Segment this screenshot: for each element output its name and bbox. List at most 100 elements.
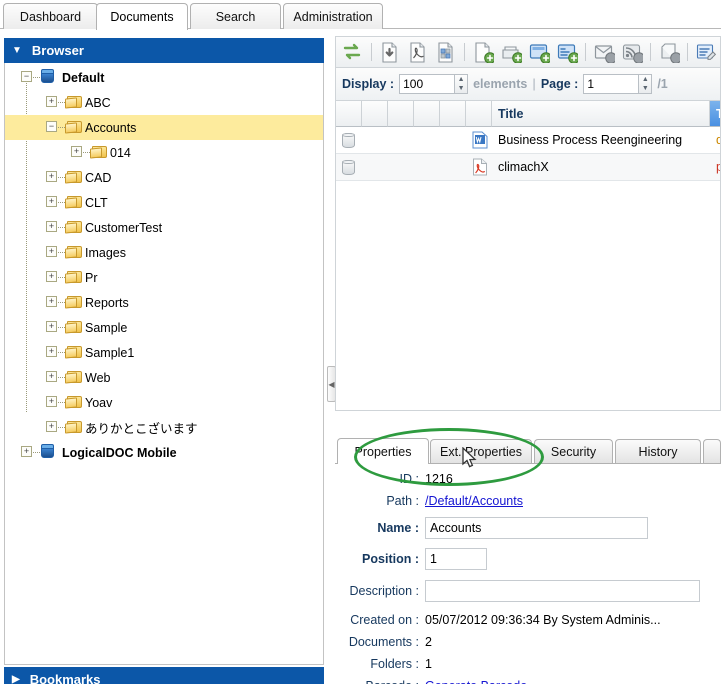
toolbar-button-refresh[interactable] <box>340 39 366 65</box>
tree-node-web[interactable]: + Web <box>5 365 323 390</box>
pagination-bar: Display : ▲▼ elements | Page : ▲▼ /1 <box>335 68 721 101</box>
folder-name-input[interactable] <box>425 517 648 539</box>
browser-section-header[interactable]: ▼ Browser <box>4 38 324 63</box>
tree-node-ありかとこざいます[interactable]: + ありかとこざいます <box>5 415 323 440</box>
generate-barcode-link[interactable]: Generate Barcode <box>425 679 527 684</box>
pdf-document-icon <box>473 158 487 176</box>
toolbar-button-add-form[interactable] <box>526 39 552 65</box>
tree-connector-line <box>58 177 65 178</box>
tree-expand-icon[interactable]: + <box>46 321 57 332</box>
tree-collapse-icon[interactable]: − <box>46 121 57 132</box>
tree-expand-icon[interactable]: + <box>46 421 57 432</box>
horizontal-splitter[interactable] <box>335 411 721 437</box>
tree-node-sample[interactable]: + Sample <box>5 315 323 340</box>
grid-header-col-title[interactable]: Title <box>492 101 710 127</box>
row-flag-cell <box>362 127 388 154</box>
toolbar-button-download[interactable] <box>377 39 403 65</box>
toolbar-button-export-pdf[interactable] <box>405 39 431 65</box>
tree-node-label: Pr <box>85 270 98 285</box>
toolbar-button-edit-list[interactable] <box>693 39 719 65</box>
documents-grid[interactable]: Title Type Business Process Reengineering… <box>335 101 721 411</box>
tree-expand-icon[interactable]: + <box>46 296 57 307</box>
tree-collapse-icon[interactable]: − <box>21 71 32 82</box>
toolbar-button-archive[interactable] <box>656 39 682 65</box>
tree-node-logicaldoc-mobile[interactable]: + LogicalDOC Mobile <box>5 440 323 465</box>
documents-toolbar <box>335 36 721 68</box>
tree-node-images[interactable]: + Images <box>5 240 323 265</box>
tree-node-accounts[interactable]: − Accounts <box>5 115 323 140</box>
tree-node-014[interactable]: +014 <box>5 140 323 165</box>
tree-node-pr[interactable]: + Pr <box>5 265 323 290</box>
main-tab-search[interactable]: Search <box>190 3 281 29</box>
tree-node-sample1[interactable]: + Sample1 <box>5 340 323 365</box>
row-type-cell: doc <box>710 127 720 154</box>
folder-position-input[interactable] <box>425 548 487 570</box>
tree-connector-line <box>58 202 65 203</box>
properties-tab-more[interactable] <box>703 439 721 464</box>
tree-expand-icon[interactable]: + <box>46 346 57 357</box>
tree-node-yoav[interactable]: + Yoav <box>5 390 323 415</box>
barcode-label: Barcode : <box>335 679 425 684</box>
toolbar-button-bulk-update[interactable] <box>433 39 459 65</box>
main-tab-administration[interactable]: Administration <box>283 3 383 29</box>
tree-expand-icon[interactable]: + <box>46 246 57 257</box>
tree-node-clt[interactable]: + CLT <box>5 190 323 215</box>
archive-icon <box>661 43 680 63</box>
properties-tab-history[interactable]: History <box>615 439 701 464</box>
display-stepper-arrows[interactable]: ▲ ▼ <box>455 74 469 94</box>
properties-tab-security[interactable]: Security <box>534 439 613 464</box>
tree-node-cad[interactable]: + CAD <box>5 165 323 190</box>
tree-expand-icon[interactable]: + <box>46 271 57 282</box>
table-row[interactable]: Business Process Reengineering doc <box>336 127 720 154</box>
page-stepper[interactable]: ▲▼ <box>583 74 653 94</box>
tree-expand-icon[interactable]: + <box>46 371 57 382</box>
tree-node-default[interactable]: − Default <box>5 65 323 90</box>
tree-expand-icon[interactable]: + <box>46 96 57 107</box>
property-row-position: Position : <box>335 548 721 570</box>
display-stepper[interactable]: ▲▼ <box>399 74 469 94</box>
tree-node-abc[interactable]: + ABC <box>5 90 323 115</box>
description-label: Description : <box>349 584 419 598</box>
toolbar-button-send-email[interactable] <box>591 39 617 65</box>
tree-connector-line <box>58 252 65 253</box>
folder-tree[interactable]: − Default + ABC − Accounts +014 + CAD + CLT + Custom… <box>4 63 324 665</box>
tree-node-customertest[interactable]: + CustomerTest <box>5 215 323 240</box>
page-number-input[interactable] <box>583 74 640 94</box>
tree-node-reports[interactable]: + Reports <box>5 290 323 315</box>
tree-expand-icon[interactable]: + <box>46 196 57 207</box>
main-tab-dashboard[interactable]: Dashboard <box>3 3 98 29</box>
tree-node-label: Sample <box>85 320 128 335</box>
display-label: Display : <box>342 77 395 91</box>
grid-header-col-immutable[interactable] <box>414 101 440 127</box>
grid-header-col-locked[interactable] <box>362 101 388 127</box>
toolbar-button-add-document[interactable] <box>470 39 496 65</box>
tree-expand-icon[interactable]: + <box>71 146 82 157</box>
tree-expand-icon[interactable]: + <box>46 396 57 407</box>
table-row[interactable]: climachX pdf <box>336 154 720 181</box>
properties-tab-ext-properties[interactable]: Ext. Properties <box>430 439 532 464</box>
pager-divider: | <box>532 77 536 91</box>
property-row-created: Created on : 05/07/2012 09:36:34 By Syst… <box>335 613 721 627</box>
folder-path-link[interactable]: /Default/Accounts <box>425 494 523 508</box>
properties-tab-label: Ext. Properties <box>440 445 522 459</box>
tree-expand-icon[interactable]: + <box>21 446 32 457</box>
grid-header-col-signed[interactable] <box>440 101 466 127</box>
toolbar-button-rss-feed[interactable] <box>619 39 645 65</box>
grid-header-col-type[interactable]: Type <box>710 101 720 127</box>
toolbar-button-add-scan[interactable] <box>498 39 524 65</box>
blue-cube-icon <box>40 444 56 459</box>
bookmarks-section-header[interactable]: ▶ Bookmarks <box>4 667 324 684</box>
folder-icon <box>65 195 82 209</box>
tree-expand-icon[interactable]: + <box>46 221 57 232</box>
folder-description-input[interactable] <box>425 580 700 602</box>
id-value: 1216 <box>425 472 453 486</box>
main-tab-documents[interactable]: Documents <box>96 3 188 31</box>
tree-expand-icon[interactable]: + <box>46 171 57 182</box>
grid-header-col-indexed[interactable] <box>336 101 362 127</box>
grid-header-col-flag[interactable] <box>388 101 414 127</box>
toolbar-button-add-note[interactable] <box>554 39 580 65</box>
display-count-input[interactable] <box>399 74 456 94</box>
grid-header-col-icon[interactable] <box>466 101 492 127</box>
properties-tab-properties[interactable]: Properties <box>337 438 429 464</box>
page-stepper-arrows[interactable]: ▲ ▼ <box>639 74 653 94</box>
